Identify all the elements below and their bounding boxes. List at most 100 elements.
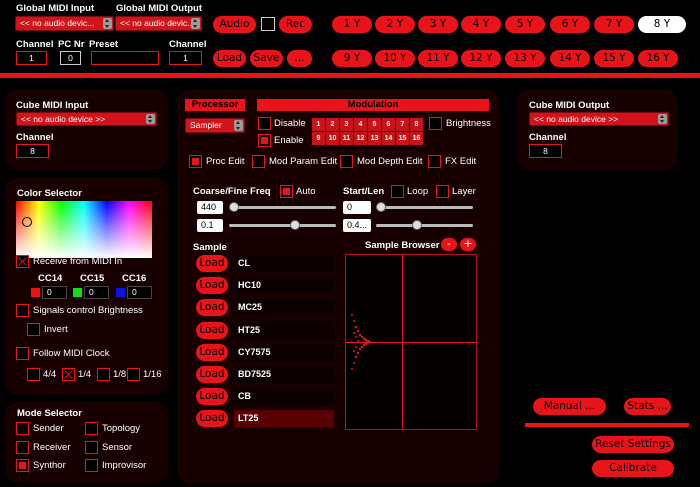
mod-slot-14[interactable]: 14 (382, 132, 395, 145)
mod-param-edit-checkbox[interactable] (252, 155, 265, 168)
sample-name[interactable]: BD7525 (234, 366, 334, 383)
mod-slot-6[interactable]: 6 (382, 118, 395, 131)
coarse-slider-track[interactable] (229, 206, 336, 209)
sample-name[interactable]: LT25 (234, 410, 334, 428)
global-midi-output-select[interactable]: << no audio devic... (115, 16, 202, 31)
mod-slot-1[interactable]: 1 (312, 118, 325, 131)
more-button[interactable]: ... (287, 50, 312, 67)
voice-16-button[interactable]: 16 Y (638, 50, 678, 67)
loop-checkbox[interactable] (391, 185, 404, 198)
sample-name[interactable]: HT25 (234, 321, 334, 339)
improvisor-checkbox[interactable] (85, 459, 98, 472)
mod-slot-16[interactable]: 16 (410, 132, 423, 145)
enable-checkbox[interactable] (258, 134, 271, 147)
reset-settings-button[interactable]: Reset Settings (592, 436, 674, 453)
coarse-value-field[interactable]: 440 (197, 201, 223, 214)
mod-slot-5[interactable]: 5 (368, 118, 381, 131)
layer-checkbox[interactable] (436, 185, 449, 198)
len-slider-track[interactable] (376, 224, 473, 227)
voice-2-button[interactable]: 2 Y (375, 16, 415, 33)
mod-slot-12[interactable]: 12 (354, 132, 367, 145)
mod-slot-2[interactable]: 2 (326, 118, 339, 131)
div-4-4-checkbox[interactable] (27, 368, 40, 381)
save-button[interactable]: Save (250, 50, 283, 67)
fine-slider-track[interactable] (229, 224, 336, 227)
mod-slot-8[interactable]: 8 (410, 118, 423, 131)
fine-slider-thumb[interactable] (290, 220, 300, 230)
processor-select[interactable]: Sampler (185, 118, 245, 133)
preset-field[interactable] (91, 51, 159, 65)
voice-13-button[interactable]: 13 Y (505, 50, 545, 67)
sample-load-button[interactable]: Load (196, 321, 228, 339)
output-channel-field[interactable]: 1 (169, 51, 202, 65)
mod-slot-11[interactable]: 11 (340, 132, 353, 145)
cube-midi-input-select[interactable]: << no audio device >> (16, 112, 157, 126)
proc-edit-checkbox[interactable] (189, 155, 202, 168)
len-slider-thumb[interactable] (412, 220, 422, 230)
voice-10-button[interactable]: 10 Y (375, 50, 415, 67)
global-midi-input-select[interactable]: << no audio devic... (15, 16, 114, 31)
color-picker[interactable] (16, 201, 152, 258)
sample-name[interactable]: MC25 (234, 299, 334, 317)
cc16-value[interactable]: 0 (127, 286, 152, 299)
sample-load-button[interactable]: Load (196, 277, 228, 295)
mod-slot-4[interactable]: 4 (354, 118, 367, 131)
voice-12-button[interactable]: 12 Y (461, 50, 501, 67)
voice-6-button[interactable]: 6 Y (550, 16, 590, 33)
rec-button[interactable]: Rec (279, 16, 312, 33)
browser-minus-button[interactable]: - (441, 238, 457, 251)
div-1-4-checkbox[interactable] (62, 368, 75, 381)
receiver-checkbox[interactable] (16, 441, 29, 454)
mod-slot-9[interactable]: 9 (312, 132, 325, 145)
sample-load-button[interactable]: Load (196, 299, 228, 317)
sample-load-button[interactable]: Load (196, 255, 228, 272)
calibrate-button[interactable]: Calibrate (592, 460, 674, 477)
mod-slot-15[interactable]: 15 (396, 132, 409, 145)
div-1-8-checkbox[interactable] (97, 368, 110, 381)
fx-edit-checkbox[interactable] (428, 155, 441, 168)
coarse-slider-thumb[interactable] (229, 202, 239, 212)
start-slider-track[interactable] (376, 206, 473, 209)
sample-name[interactable]: CB (234, 388, 334, 406)
sample-browser-waveform[interactable] (345, 254, 477, 430)
start-value-field[interactable]: 0 (343, 201, 371, 214)
signals-brightness-checkbox[interactable] (16, 304, 29, 317)
cc15-value[interactable]: 0 (84, 286, 109, 299)
mod-slot-10[interactable]: 10 (326, 132, 339, 145)
mod-slot-7[interactable]: 7 (396, 118, 409, 131)
div-1-16-checkbox[interactable] (127, 368, 140, 381)
voice-3-button[interactable]: 3 Y (418, 16, 458, 33)
load-button[interactable]: Load (213, 50, 246, 67)
rec-checkbox[interactable] (261, 17, 275, 31)
stats-button[interactable]: Stats ... (624, 398, 671, 415)
voice-9-button[interactable]: 9 Y (332, 50, 372, 67)
receive-midi-checkbox[interactable] (16, 255, 29, 268)
pc-nr-field[interactable]: 0 (60, 51, 81, 65)
invert-checkbox[interactable] (27, 323, 40, 336)
mod-slot-13[interactable]: 13 (368, 132, 381, 145)
mod-slot-3[interactable]: 3 (340, 118, 353, 131)
len-value-field[interactable]: 0.4... (343, 219, 371, 232)
color-picker-handle[interactable] (22, 217, 32, 227)
voice-5-button[interactable]: 5 Y (505, 16, 545, 33)
voice-4-button[interactable]: 4 Y (461, 16, 501, 33)
sample-name[interactable]: CY7575 (234, 343, 334, 361)
sample-name[interactable]: CL (234, 255, 334, 272)
sender-checkbox[interactable] (16, 422, 29, 435)
voice-15-button[interactable]: 15 Y (594, 50, 634, 67)
sample-name[interactable]: HC10 (234, 277, 334, 295)
voice-1-button[interactable]: 1 Y (332, 16, 372, 33)
sample-load-button[interactable]: Load (196, 366, 228, 383)
sample-load-button[interactable]: Load (196, 388, 228, 406)
start-slider-thumb[interactable] (376, 202, 386, 212)
voice-8-button[interactable]: 8 Y (638, 16, 686, 33)
cube-output-channel-field[interactable]: 8 (529, 144, 562, 158)
voice-14-button[interactable]: 14 Y (550, 50, 590, 67)
audio-button[interactable]: Audio (213, 16, 256, 33)
follow-midi-clock-checkbox[interactable] (16, 347, 29, 360)
manual-button[interactable]: Manual ... (533, 398, 606, 415)
sample-load-button[interactable]: Load (196, 410, 228, 428)
browser-plus-button[interactable]: + (460, 238, 476, 251)
channel-field[interactable]: 1 (16, 51, 47, 65)
synthor-checkbox[interactable] (16, 459, 29, 472)
